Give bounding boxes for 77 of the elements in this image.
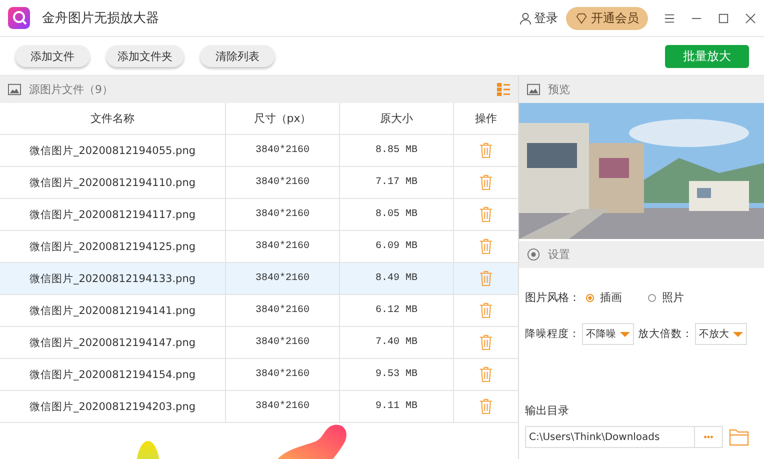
- file-size: 9.53 MB: [340, 359, 454, 390]
- delete-icon[interactable]: [479, 302, 493, 319]
- image-size: 3840*2160: [226, 135, 340, 166]
- file-size: 6.09 MB: [340, 231, 454, 262]
- file-row[interactable]: 微信图片_20200812194110.png 3840*2160 7.17 MB: [0, 167, 518, 199]
- image-size: 3840*2160: [226, 167, 340, 198]
- window-title: 金舟图片无损放大器: [42, 10, 159, 27]
- menu-icon[interactable]: [664, 12, 675, 24]
- panel-title: 源图片文件（9）: [29, 82, 113, 97]
- image-size: 3840*2160: [226, 391, 340, 422]
- image-size: 3840*2160: [226, 231, 340, 262]
- output-path-field[interactable]: C:\Users\Think\Downloads: [525, 426, 695, 448]
- file-row[interactable]: 微信图片_20200812194203.png 3840*2160 9.11 MB: [0, 391, 518, 423]
- login-button[interactable]: 登录: [519, 10, 558, 26]
- scale-dropdown[interactable]: 不放大: [695, 323, 747, 345]
- delete-icon[interactable]: [479, 238, 493, 255]
- vip-button[interactable]: 开通会员: [566, 6, 648, 30]
- image-size: 3840*2160: [226, 263, 340, 294]
- radio-icon: [527, 248, 540, 261]
- scale-label: 放大倍数：: [638, 327, 693, 341]
- denoise-label: 降噪程度：: [525, 327, 580, 341]
- image-size: 3840*2160: [226, 199, 340, 230]
- file-name: 微信图片_20200812194133.png: [0, 263, 226, 294]
- column-header: 文件名称: [0, 103, 226, 134]
- delete-icon[interactable]: [479, 398, 493, 415]
- image-size: 3840*2160: [226, 327, 340, 358]
- file-name: 微信图片_20200812194147.png: [0, 327, 226, 358]
- column-header: 操作: [474, 111, 498, 127]
- file-size: 8.85 MB: [340, 135, 454, 166]
- file-row[interactable]: 微信图片_20200812194117.png 3840*2160 8.05 MB: [0, 199, 518, 231]
- file-row[interactable]: 微信图片_20200812194147.png 3840*2160 7.40 MB: [0, 327, 518, 359]
- file-size: 8.05 MB: [340, 199, 454, 230]
- toolbar-button[interactable]: 添加文件: [15, 45, 90, 67]
- file-size: 8.49 MB: [340, 263, 454, 294]
- file-name: 微信图片_20200812194110.png: [0, 167, 226, 198]
- panel-title: 设置: [548, 247, 570, 262]
- image-size: 3840*2160: [226, 295, 340, 326]
- delete-icon[interactable]: [479, 366, 493, 383]
- column-header: 原大小: [340, 103, 454, 134]
- file-row[interactable]: 微信图片_20200812194154.png 3840*2160 9.53 MB: [0, 359, 518, 391]
- delete-icon[interactable]: [479, 174, 493, 191]
- delete-icon[interactable]: [479, 142, 493, 159]
- app-logo-icon: [8, 7, 30, 29]
- file-size: 7.17 MB: [340, 167, 454, 198]
- maximize-icon[interactable]: [718, 12, 729, 24]
- style-label: 图片风格：: [525, 290, 580, 305]
- style-radio[interactable]: 插画: [586, 290, 622, 305]
- file-name: 微信图片_20200812194154.png: [0, 359, 226, 390]
- file-name: 微信图片_20200812194141.png: [0, 295, 226, 326]
- denoise-dropdown[interactable]: 不降噪: [582, 323, 634, 345]
- file-row[interactable]: 微信图片_20200812194055.png 3840*2160 8.85 MB: [0, 135, 518, 167]
- file-size: 7.40 MB: [340, 327, 454, 358]
- column-header: 尺寸（px）: [226, 103, 340, 134]
- panel-title: 预览: [548, 82, 570, 97]
- file-size: 6.12 MB: [340, 295, 454, 326]
- output-label: 输出目录: [525, 403, 569, 418]
- file-row[interactable]: 微信图片_20200812194141.png 3840*2160 6.12 MB: [0, 295, 518, 327]
- image-icon: [8, 83, 21, 96]
- folder-icon[interactable]: [729, 428, 749, 446]
- file-name: 微信图片_20200812194117.png: [0, 199, 226, 230]
- file-name: 微信图片_20200812194055.png: [0, 135, 226, 166]
- close-icon[interactable]: [745, 12, 756, 24]
- image-icon: [527, 83, 540, 96]
- image-size: 3840*2160: [226, 359, 340, 390]
- delete-icon[interactable]: [479, 334, 493, 351]
- style-radio[interactable]: 照片: [648, 290, 684, 305]
- toolbar-button[interactable]: 添加文件夹: [106, 45, 184, 67]
- file-row[interactable]: 微信图片_20200812194133.png 3840*2160 8.49 MB: [0, 263, 518, 295]
- person-icon: [519, 12, 532, 24]
- list-view-icon[interactable]: [497, 83, 510, 96]
- toolbar-button[interactable]: 清除列表: [200, 45, 275, 67]
- delete-icon[interactable]: [479, 206, 493, 223]
- file-name: 微信图片_20200812194125.png: [0, 231, 226, 262]
- file-size: 9.11 MB: [340, 391, 454, 422]
- delete-icon[interactable]: [479, 270, 493, 287]
- file-name: 微信图片_20200812194203.png: [0, 391, 226, 422]
- diamond-icon: [575, 12, 588, 24]
